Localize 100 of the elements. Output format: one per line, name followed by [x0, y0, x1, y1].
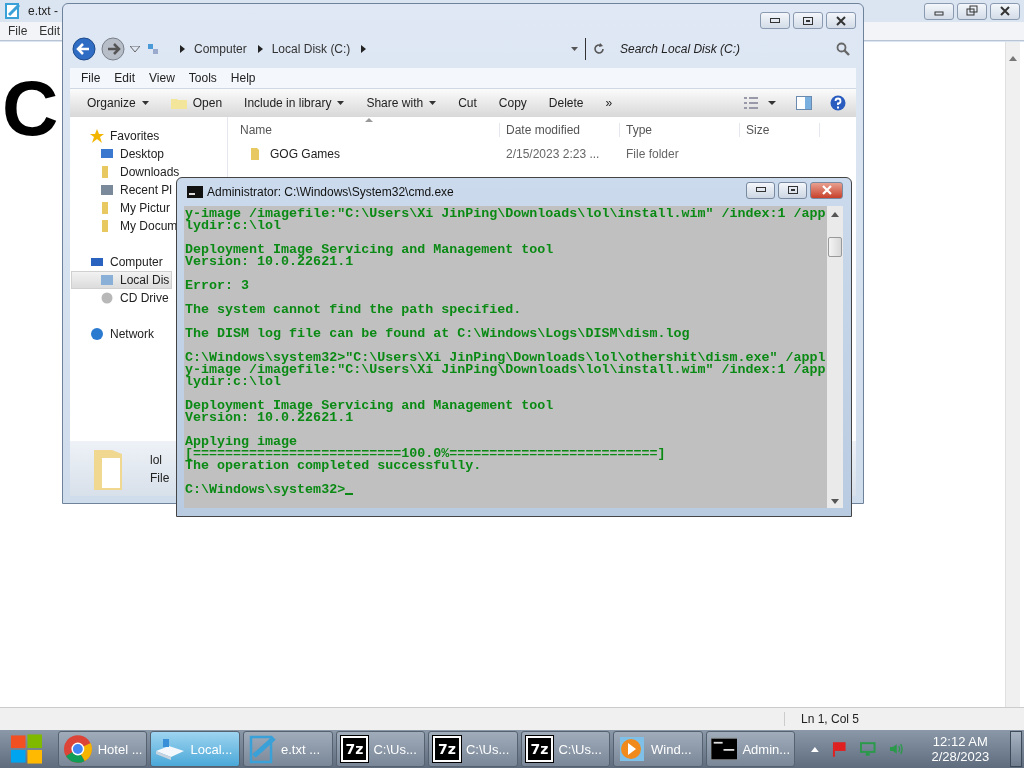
console-line: y-image /imagefile:"C:\Users\Xi JinPing\Downloads\lol\install.wim" /index:1 /app — [185, 364, 826, 376]
clock-date[interactable]: 2/28/2023 — [931, 749, 990, 764]
close-icon — [1000, 6, 1010, 16]
restore-icon — [966, 5, 978, 17]
console-line: C:\Windows\system32> — [185, 484, 346, 496]
app-logo: 7z — [525, 736, 554, 762]
scrollbar[interactable] — [1005, 42, 1020, 707]
close-button[interactable] — [990, 2, 1020, 20]
toolbar-button[interactable]: Cut — [449, 93, 486, 113]
menu-item[interactable]: View — [142, 71, 182, 85]
console-line: The DISM log file can be found at C:\Windows\Logs\DISM\dism.log — [185, 328, 690, 340]
file-name[interactable]: GOG Games — [270, 147, 340, 161]
console-line: y-image /imagefile:"C:\Users\Xi JinPing\Downloads\lol\install.wim" /index:1 /app — [185, 208, 826, 220]
item-type: File — [150, 470, 170, 485]
document-text: C — [2, 64, 59, 152]
console-icon — [187, 186, 203, 198]
preview-pane-icon[interactable] — [796, 96, 812, 110]
console-line: Applying image — [185, 436, 298, 448]
chevron-icon[interactable] — [180, 45, 185, 53]
app-logo: 7z — [340, 736, 369, 762]
dropdown-icon[interactable] — [130, 46, 140, 52]
nav-item[interactable]: My Docum — [70, 217, 178, 235]
taskbar-button[interactable]: 7z C:\Us... — [428, 731, 518, 767]
search-field[interactable]: Search Local Disk (C:) — [618, 41, 836, 57]
minimize-icon — [770, 17, 780, 24]
close-button[interactable] — [826, 12, 856, 29]
table-cell-text: File folder — [625, 147, 680, 161]
nav-item[interactable]: Favorites — [70, 127, 160, 145]
toolbar-button[interactable]: Delete — [539, 93, 593, 113]
column-header[interactable]: Date modified — [500, 123, 620, 137]
toolbar-button[interactable]: Include in library — [235, 93, 354, 113]
console-line: The system cannot find the path specified. — [185, 304, 522, 316]
nav-item[interactable]: Computer — [70, 253, 163, 271]
menu-item[interactable]: File — [74, 71, 108, 85]
scrollbar[interactable] — [827, 206, 843, 508]
back-button[interactable] — [72, 37, 96, 61]
app-logo: 7z — [433, 736, 461, 762]
folder-icon — [250, 147, 260, 161]
text-cursor — [345, 493, 354, 495]
status-text: Ln 1, Col 5 — [784, 712, 860, 726]
close-icon — [821, 185, 832, 195]
minimize-icon — [755, 187, 766, 193]
nav-item[interactable]: Network — [70, 325, 154, 343]
nav-item[interactable]: CD Drive — [70, 289, 169, 307]
show-desktop-button[interactable] — [1010, 731, 1022, 767]
nav-item[interactable]: Downloads — [70, 163, 180, 181]
view-options-icon[interactable] — [744, 96, 778, 110]
console-line: The operation completed successfully. — [185, 460, 482, 472]
nav-item[interactable]: Desktop — [70, 145, 165, 163]
computer-icon — [90, 255, 104, 269]
show-hidden-icons-button[interactable] — [811, 746, 819, 752]
notepad-icon — [248, 734, 276, 764]
clock-time[interactable]: 12:12 AM — [932, 734, 988, 749]
chevron-icon[interactable] — [257, 45, 263, 53]
console-line: lydir:c:\lol — [185, 376, 282, 388]
open-button[interactable]: Open — [161, 93, 232, 113]
maximize-button[interactable] — [778, 181, 807, 199]
maximize-icon — [787, 186, 798, 194]
breadcrumb-item[interactable]: Computer — [194, 42, 247, 56]
column-header[interactable]: Size — [740, 123, 820, 137]
column-header[interactable]: Name — [228, 123, 500, 137]
chevron-icon[interactable] — [361, 45, 367, 53]
toolbar-button[interactable]: Organize — [78, 93, 158, 113]
dropdown-icon[interactable] — [571, 47, 578, 51]
toolbar-button[interactable]: Copy — [489, 93, 536, 113]
menu-item[interactable]: Edit — [107, 71, 143, 85]
scroll-thumb[interactable] — [828, 237, 842, 257]
minimize-button[interactable] — [746, 181, 775, 199]
menu-item[interactable]: Tools — [181, 71, 224, 85]
star-icon — [90, 129, 104, 143]
console-line: Error: 3 — [185, 280, 250, 292]
toolbar-button[interactable]: Share with — [357, 93, 446, 113]
maximize-button[interactable] — [793, 12, 823, 29]
console-icon — [710, 737, 738, 761]
breadcrumb-item[interactable]: Local Disk (C:) — [271, 42, 351, 56]
sort-arrow-icon — [365, 118, 373, 122]
forward-button[interactable] — [101, 37, 125, 61]
notepad-icon — [4, 2, 22, 20]
taskbar-button[interactable]: 7z C:\Us... — [520, 731, 611, 767]
column-header[interactable]: Type — [620, 123, 740, 137]
minimize-button[interactable] — [760, 12, 790, 29]
toolbar-button[interactable]: » — [596, 93, 622, 113]
search-icon — [836, 42, 850, 56]
nav-item[interactable]: Local Dis — [71, 271, 173, 289]
recent-places-icon — [100, 183, 114, 197]
nav-item[interactable]: My Pictur — [70, 199, 170, 217]
refresh-icon[interactable] — [593, 43, 605, 55]
start-button[interactable] — [10, 734, 43, 764]
menu-item[interactable]: Help — [223, 71, 263, 85]
monitor-icon — [100, 147, 114, 161]
help-icon[interactable] — [830, 95, 846, 111]
scroll-up-icon — [1009, 56, 1017, 61]
taskbar-button[interactable]: 7z C:\Us... — [335, 731, 426, 767]
menu-item[interactable]: File — [8, 24, 28, 38]
folder-icon — [170, 97, 187, 109]
nav-item[interactable]: Recent Pl — [70, 181, 173, 199]
network-icon — [90, 327, 104, 341]
menu-item[interactable]: Edit — [39, 24, 61, 38]
restore-button[interactable] — [957, 2, 987, 20]
item-name: lol — [150, 452, 163, 467]
